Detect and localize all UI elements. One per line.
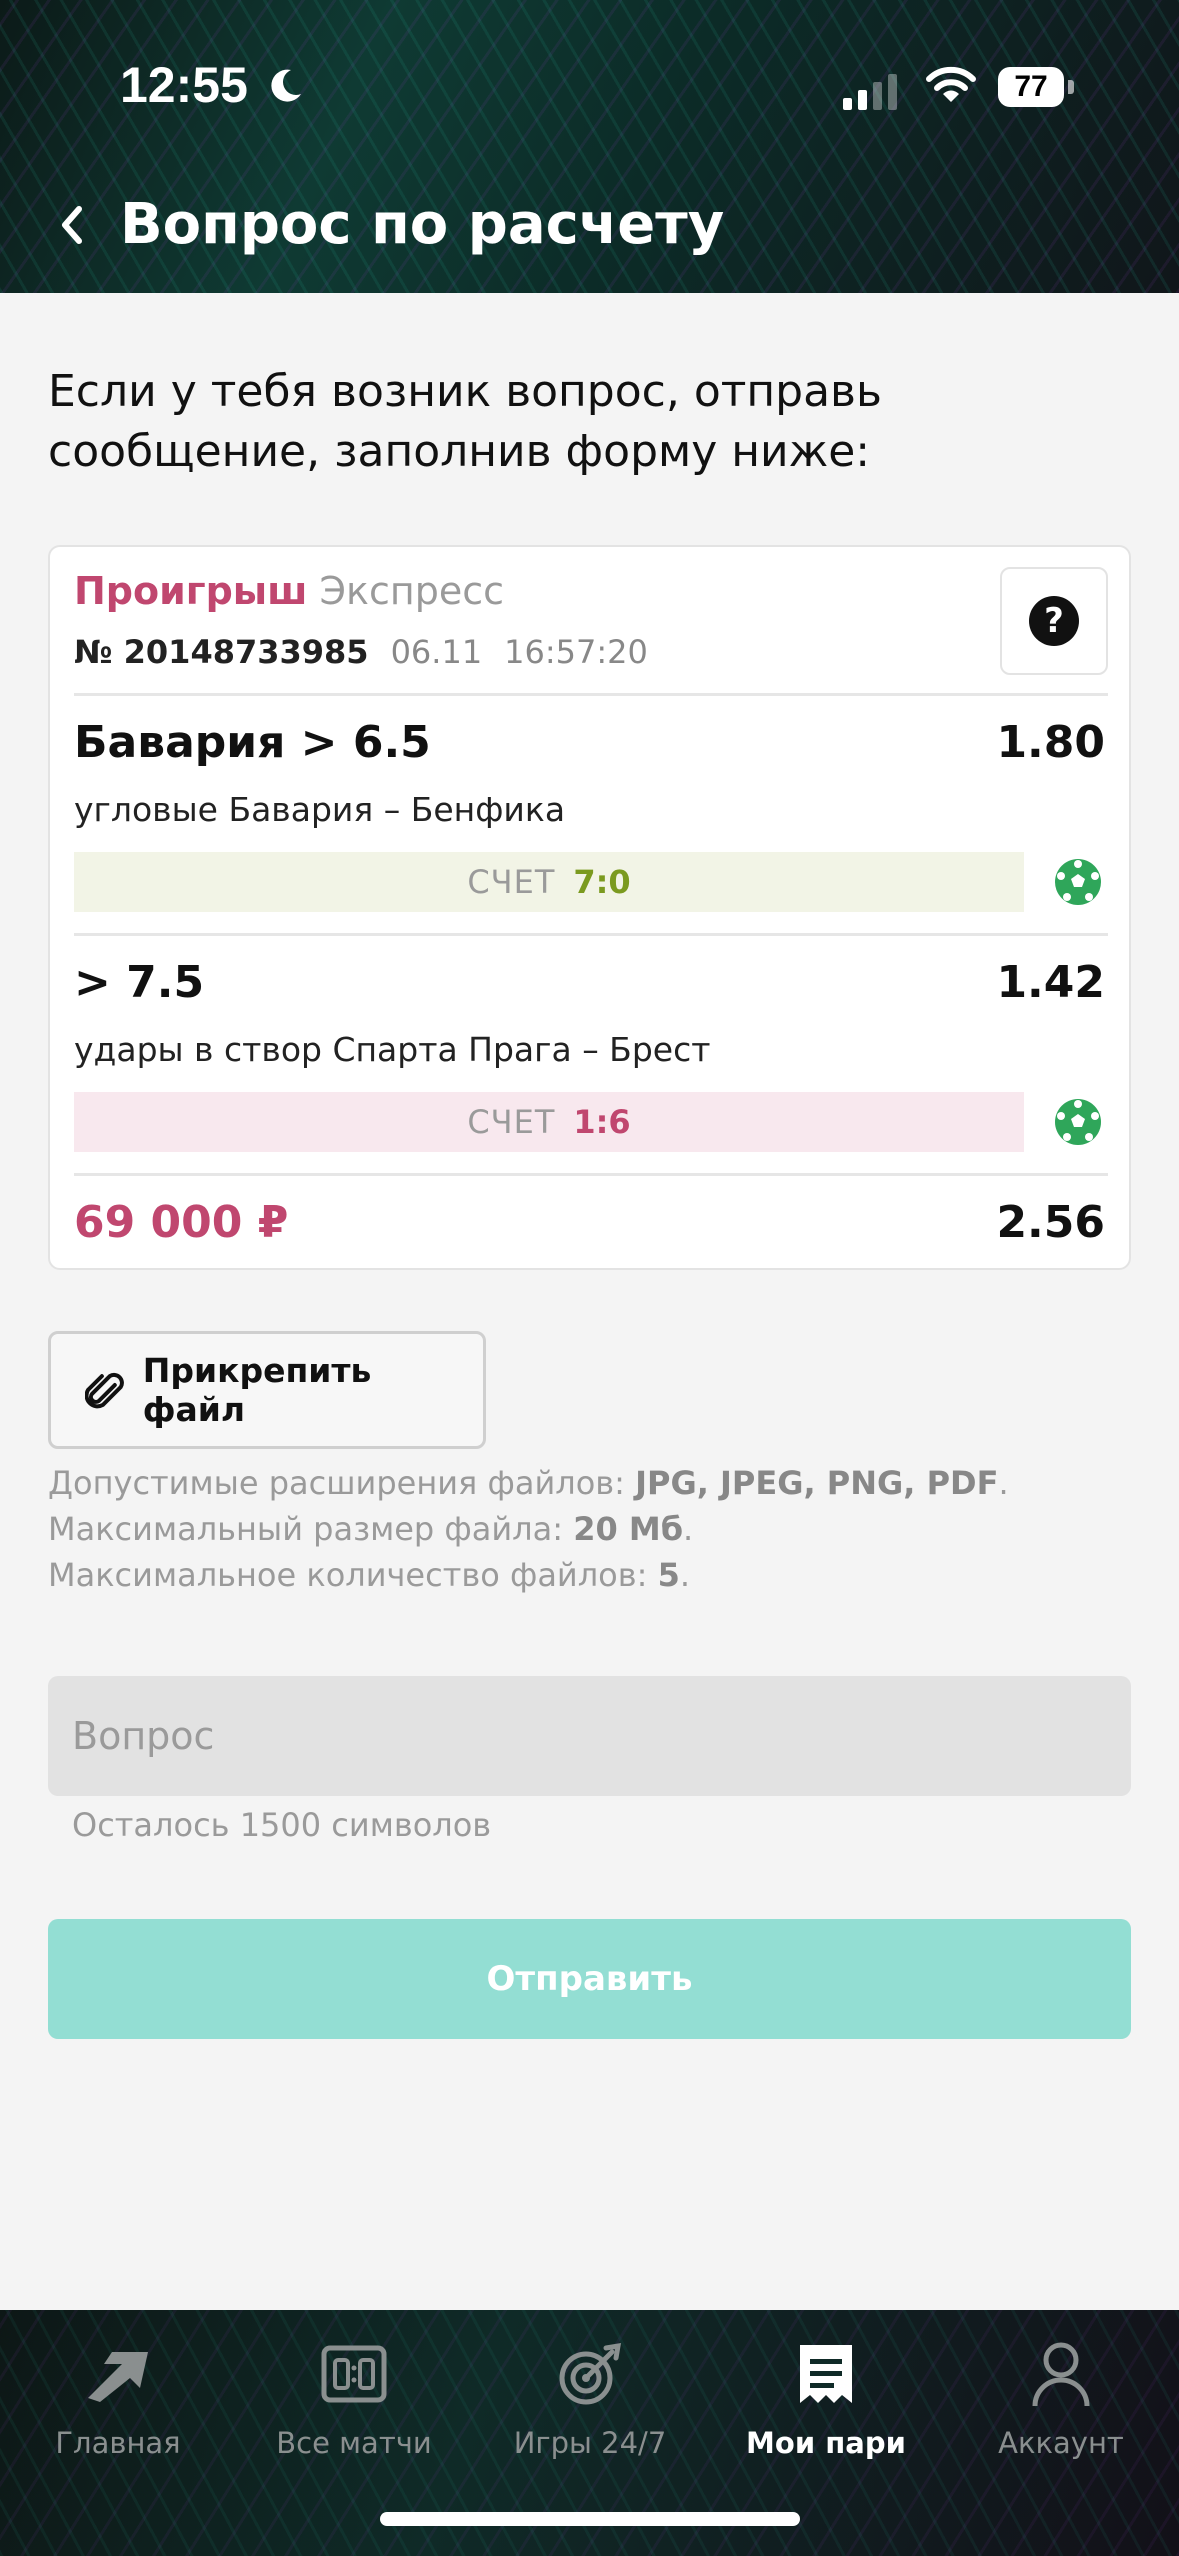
bet-status: Проигрыш — [74, 569, 308, 613]
tab-account[interactable]: Аккаунт — [943, 2310, 1179, 2480]
count-value: 5 — [657, 1556, 680, 1594]
attach-file-button[interactable]: Прикрепить файл — [48, 1331, 486, 1449]
bet-card: Проигрыш Экспресс № 20148733985 06.11 16:57… — [48, 545, 1131, 1270]
back-button[interactable] — [42, 190, 102, 260]
size-text: Максимальный размер файла: — [48, 1510, 574, 1548]
score-value: 7:0 — [573, 863, 631, 901]
total-odds: 2.56 — [996, 1197, 1105, 1248]
football-icon — [1055, 859, 1101, 905]
moon-icon — [271, 69, 301, 102]
divider — [74, 693, 1108, 696]
tab-games[interactable]: Игры 24/7 — [472, 2310, 708, 2480]
status-bar: 12:55 77 — [0, 0, 1179, 175]
signal-icon — [843, 74, 897, 110]
score-bar: СЧЕТ 1:6 — [74, 1092, 1024, 1152]
user-icon — [1032, 2342, 1090, 2407]
size-value: 20 Мб — [573, 1510, 684, 1548]
submit-button[interactable]: Отправить — [48, 1919, 1131, 2039]
event-subtitle: удары в створ Спарта Прага – Брест — [74, 1030, 711, 1069]
page-title: Вопрос по расчету — [120, 192, 725, 257]
home-indicator[interactable] — [380, 2512, 800, 2526]
attach-file-label: Прикрепить файл — [142, 1351, 372, 1429]
paperclip-icon — [85, 1372, 124, 1409]
event-title: > 7.5 — [74, 957, 205, 1008]
bet-meta: № 20148733985 06.11 16:57:20 — [74, 633, 648, 671]
ext-value: JPG, JPEG, PNG, PDF — [635, 1464, 999, 1502]
receipt-icon — [800, 2345, 852, 2403]
bet-number: № 20148733985 — [74, 633, 369, 671]
event-odds: 1.80 — [996, 717, 1105, 768]
question-input[interactable] — [48, 1676, 1131, 1796]
tab-label: Все матчи — [276, 2426, 432, 2460]
score-label: СЧЕТ — [467, 1103, 556, 1141]
tab-label: Игры 24/7 — [513, 2426, 667, 2460]
event-subtitle: угловые Бавария – Бенфика — [74, 790, 566, 829]
intro-text: Если у тебя возник вопрос, отправь сообщ… — [48, 366, 882, 477]
tab-all-matches[interactable]: Все матчи — [236, 2310, 472, 2480]
tab-label: Аккаунт — [998, 2426, 1124, 2460]
question-mark-icon: ? — [1029, 596, 1079, 646]
file-requirements: Допустимые расширения файлов: JPG, JPEG,… — [48, 1464, 1009, 1594]
event-odds: 1.42 — [996, 957, 1105, 1008]
bet-date: 06.11 — [390, 633, 483, 671]
count-text: Максимальное количество файлов: — [48, 1556, 658, 1594]
score-bar: СЧЕТ 7:0 — [74, 852, 1024, 912]
score-label: СЧЕТ — [467, 863, 556, 901]
battery-indicator: 77 — [998, 67, 1064, 107]
bet-status-line: Проигрыш Экспресс — [74, 569, 504, 613]
tab-home[interactable]: Главная — [0, 2310, 236, 2480]
tab-my-bets[interactable]: Мои пари — [708, 2310, 944, 2480]
scoreboard-icon — [321, 2345, 387, 2403]
target-icon — [559, 2342, 622, 2405]
divider — [74, 933, 1108, 936]
status-time: 12:55 — [120, 57, 248, 113]
help-button[interactable]: ? — [1000, 567, 1108, 675]
header: 12:55 77 Вопрос по расчету — [0, 0, 1179, 293]
event-title: Бавария > 6.5 — [74, 717, 431, 768]
chars-left-counter: Осталось 1500 символов — [72, 1806, 492, 1844]
bet-time: 16:57:20 — [504, 633, 648, 671]
ext-text: Допустимые расширения файлов: — [48, 1464, 636, 1502]
chevron-left-icon — [62, 206, 82, 244]
score-value: 1:6 — [573, 1103, 631, 1141]
football-icon — [1055, 1099, 1101, 1145]
battery-tip — [1068, 80, 1074, 94]
wifi-icon — [926, 66, 976, 102]
divider — [74, 1173, 1108, 1176]
bet-stake: 69 000 ₽ — [74, 1197, 289, 1248]
tab-label: Мои пари — [746, 2426, 906, 2460]
bet-type: Экспресс — [319, 569, 505, 613]
arrow-logo-icon — [88, 2352, 148, 2402]
tab-label: Главная — [55, 2426, 181, 2460]
